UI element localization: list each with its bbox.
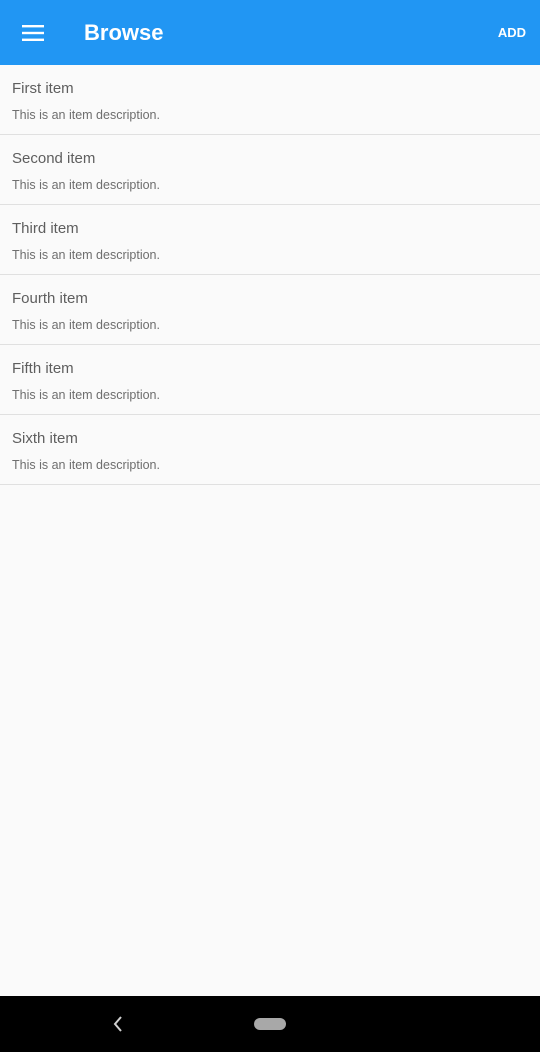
item-description: This is an item description. (12, 248, 160, 262)
page-title: Browse (84, 20, 164, 45)
list-item[interactable]: Fifth item This is an item description. (0, 345, 540, 415)
list-item[interactable]: First item This is an item description. (0, 65, 540, 135)
item-description: This is an item description. (12, 178, 160, 192)
item-title: Sixth item (12, 430, 78, 447)
item-list: First item This is an item description. … (0, 65, 540, 485)
item-title: Fourth item (12, 290, 88, 307)
app-bar: Browse ADD (0, 0, 540, 65)
item-title: Fifth item (12, 360, 74, 377)
list-item[interactable]: Fourth item This is an item description. (0, 275, 540, 345)
back-chevron-icon (113, 1016, 122, 1032)
list-item[interactable]: Sixth item This is an item description. (0, 415, 540, 485)
home-pill-icon[interactable] (254, 1018, 286, 1030)
item-description: This is an item description. (12, 108, 160, 122)
hamburger-menu-icon (22, 25, 44, 41)
browse-screen: Browse ADD First item This is an item de… (0, 0, 540, 1052)
item-title: Second item (12, 150, 96, 167)
item-description: This is an item description. (12, 388, 160, 402)
list-item[interactable]: Third item This is an item description. (0, 205, 540, 275)
list-item[interactable]: Second item This is an item description. (0, 135, 540, 205)
menu-button[interactable] (12, 12, 54, 54)
item-description: This is an item description. (12, 318, 160, 332)
back-button[interactable] (106, 1012, 130, 1036)
item-title: Third item (12, 220, 79, 237)
system-nav-bar (0, 996, 540, 1052)
add-button[interactable]: ADD (498, 24, 526, 42)
item-description: This is an item description. (12, 458, 160, 472)
item-title: First item (12, 80, 74, 97)
